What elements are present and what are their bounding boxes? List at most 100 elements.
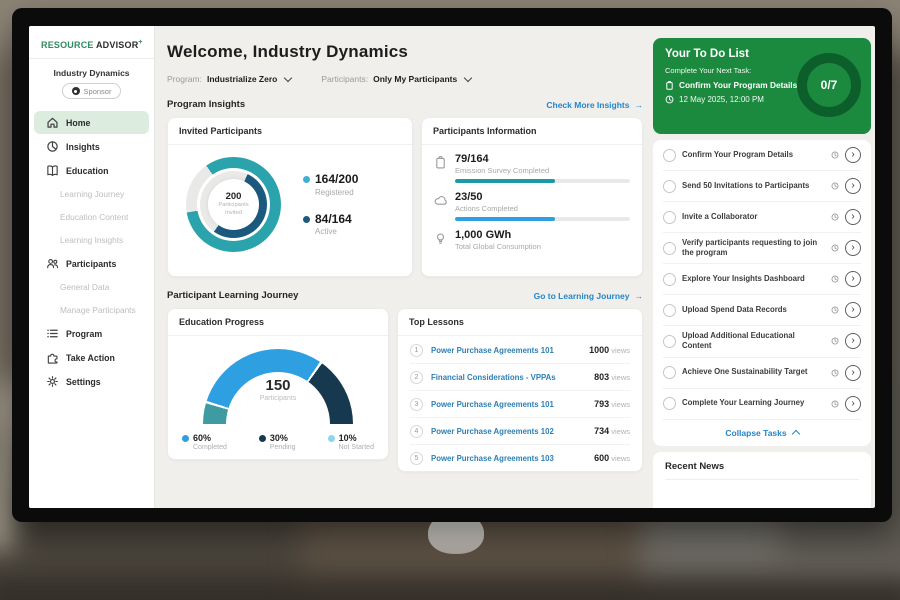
recent-news-card: Recent News	[653, 452, 871, 509]
stat-bar-fill	[455, 217, 555, 221]
collapse-tasks-label: Collapse Tasks	[725, 428, 786, 438]
task-row[interactable]: Verify participants requesting to join t…	[663, 233, 861, 264]
stat-bar	[455, 179, 630, 183]
sidebar-item-label: Learning Insights	[60, 235, 123, 245]
legend-label: Pending	[270, 444, 296, 451]
participants-select[interactable]: Participants: Only My Participants	[321, 74, 471, 84]
lesson-views-count: 803	[594, 372, 609, 382]
sidebar-item-education-content[interactable]: Education Content	[34, 206, 149, 228]
task-row[interactable]: Upload Additional Educational Content	[663, 326, 861, 357]
sidebar-item-label: Home	[66, 118, 90, 128]
sidebar-item-participants[interactable]: Participants	[34, 252, 149, 275]
legend-value: 164/200	[315, 173, 358, 186]
donut-legend: 164/200 Registered 84/164 Active	[303, 173, 358, 235]
stat-bar-fill	[455, 179, 555, 183]
legend-dot	[303, 216, 310, 223]
task-label: Upload Additional Educational Content	[682, 331, 825, 351]
invited-participants-title: Invited Participants	[168, 118, 412, 145]
task-row[interactable]: Upload Spend Data Records	[663, 295, 861, 326]
lesson-link[interactable]: Power Purchase Agreements 102	[431, 427, 586, 436]
participants-select-value: Only My Participants	[373, 74, 457, 84]
survey-icon	[434, 156, 447, 169]
task-chevron-button[interactable]	[845, 302, 861, 318]
task-chevron-button[interactable]	[845, 396, 861, 412]
task-checkbox[interactable]	[663, 397, 676, 410]
lesson-views-count: 1000	[589, 345, 609, 355]
sponsor-badge: Sponsor	[62, 83, 122, 99]
sidebar-item-settings[interactable]: Settings	[34, 370, 149, 393]
sponsor-badge-label: Sponsor	[84, 87, 112, 96]
task-checkbox[interactable]	[663, 211, 676, 224]
clipboard-icon	[665, 81, 674, 90]
todo-next-task-label: Confirm Your Program Details	[679, 80, 797, 90]
sidebar-item-label: Education	[66, 166, 109, 176]
legend-item-completed: 60% Completed	[182, 433, 227, 451]
stat-value: 23/50	[455, 191, 630, 203]
task-checkbox[interactable]	[663, 149, 676, 162]
task-checkbox[interactable]	[663, 335, 676, 348]
sidebar-item-label: Settings	[66, 377, 101, 387]
take-action-icon	[46, 351, 59, 364]
task-chevron-button[interactable]	[845, 240, 861, 256]
sidebar-item-label: Manage Participants	[60, 305, 136, 315]
participants-select-label: Participants:	[321, 74, 368, 84]
todo-progress-ring: 0/7	[797, 53, 861, 117]
arrow-right-icon	[635, 291, 644, 301]
background-bottom-strip	[0, 576, 900, 600]
task-row[interactable]: Send 50 Invitations to Participants	[663, 171, 861, 202]
lesson-row: 5 Power Purchase Agreements 103 600 view…	[410, 445, 630, 471]
task-checkbox[interactable]	[663, 273, 676, 286]
stat-total-consumption: 1,000 GWh Total Global Consumption	[434, 229, 630, 255]
task-chevron-button[interactable]	[845, 209, 861, 225]
program-insights-heading: Program Insights	[167, 99, 245, 110]
chevron-down-icon	[464, 73, 472, 81]
lesson-link[interactable]: Power Purchase Agreements 101	[431, 346, 581, 355]
task-checkbox[interactable]	[663, 366, 676, 379]
sidebar-item-label: Take Action	[66, 353, 115, 363]
task-chevron-button[interactable]	[845, 365, 861, 381]
task-chevron-button[interactable]	[845, 333, 861, 349]
sidebar-item-insights[interactable]: Insights	[34, 135, 149, 158]
sidebar-item-general-data[interactable]: General Data	[34, 276, 149, 298]
task-row[interactable]: Confirm Your Program Details	[663, 140, 861, 171]
check-more-insights-link[interactable]: Check More Insights	[546, 100, 643, 110]
task-checkbox[interactable]	[663, 242, 676, 255]
monitor-bezel: RESOURCE ADVISOR+ Industry Dynamics Spon…	[12, 8, 892, 522]
page-title: Welcome, Industry Dynamics	[167, 42, 643, 62]
education-gauge-wrap: 150 Participants	[203, 349, 353, 424]
task-row[interactable]: Invite a Collaborator	[663, 202, 861, 233]
lesson-row: 2 Financial Considerations - VPPAs 803 v…	[410, 364, 630, 391]
sidebar-item-learning-journey[interactable]: Learning Journey	[34, 183, 149, 205]
go-to-learning-journey-link[interactable]: Go to Learning Journey	[534, 291, 643, 301]
lesson-link[interactable]: Power Purchase Agreements 101	[431, 400, 586, 409]
sidebar-item-home[interactable]: Home	[34, 111, 149, 134]
donut-center-value: 200	[226, 191, 242, 202]
clock-icon	[831, 213, 839, 221]
sidebar-item-manage-participants[interactable]: Manage Participants	[34, 299, 149, 321]
sidebar-item-education[interactable]: Education	[34, 159, 149, 182]
task-chevron-button[interactable]	[845, 271, 861, 287]
sidebar-item-learning-insights[interactable]: Learning Insights	[34, 229, 149, 251]
program-select[interactable]: Program: Industrialize Zero	[167, 74, 291, 84]
org-name: Industry Dynamics	[29, 68, 154, 78]
task-checkbox[interactable]	[663, 304, 676, 317]
sidebar-item-take-action[interactable]: Take Action	[34, 346, 149, 369]
task-checkbox[interactable]	[663, 180, 676, 193]
task-chevron-button[interactable]	[845, 147, 861, 163]
sidebar-item-program[interactable]: Program	[34, 322, 149, 345]
program-select-label: Program:	[167, 74, 202, 84]
task-label: Send 50 Invitations to Participants	[682, 181, 825, 191]
legend-dot	[303, 176, 310, 183]
lesson-link[interactable]: Financial Considerations - VPPAs	[431, 373, 586, 382]
task-row[interactable]: Complete Your Learning Journey	[663, 389, 861, 420]
collapse-tasks-link[interactable]: Collapse Tasks	[663, 420, 861, 446]
task-row[interactable]: Achieve One Sustainability Target	[663, 358, 861, 389]
legend-value: 30%	[270, 433, 296, 443]
lesson-link[interactable]: Power Purchase Agreements 103	[431, 454, 586, 463]
top-lessons-title: Top Lessons	[398, 309, 642, 336]
task-row[interactable]: Explore Your Insights Dashboard	[663, 264, 861, 295]
lesson-views-count: 793	[594, 399, 609, 409]
legend-item-pending: 30% Pending	[259, 433, 296, 451]
stat-value: 79/164	[455, 153, 630, 165]
task-chevron-button[interactable]	[845, 178, 861, 194]
